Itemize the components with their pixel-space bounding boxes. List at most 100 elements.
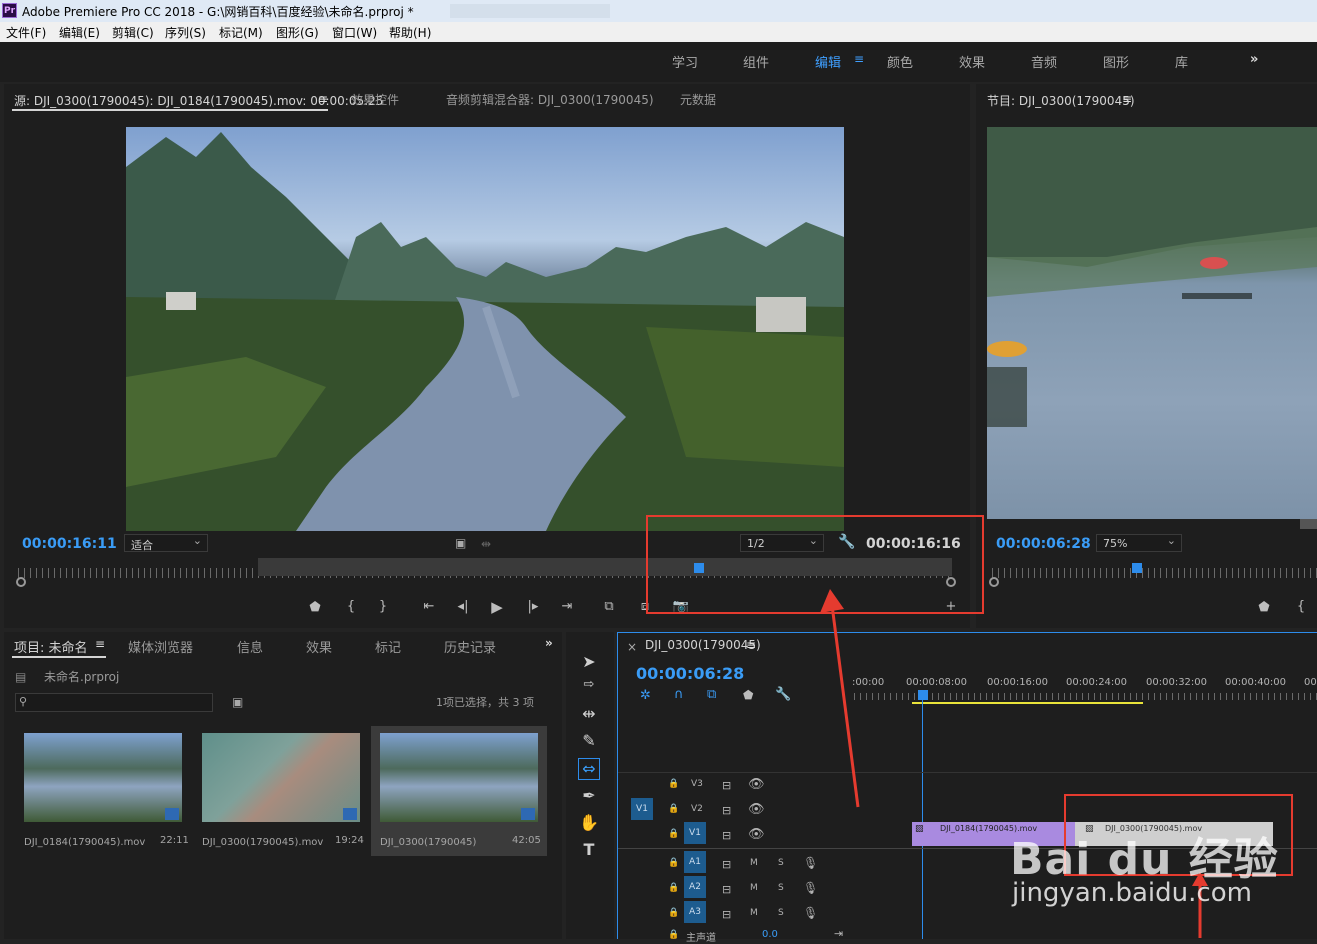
program-mark-in-icon[interactable]: {	[1292, 599, 1310, 614]
timeline-playhead-handle[interactable]	[918, 690, 928, 700]
tab-metadata[interactable]: 元数据	[680, 91, 716, 108]
project-overflow-icon[interactable]: »	[545, 636, 553, 650]
track-label-a3[interactable]: A3	[684, 901, 706, 923]
menu-sequence[interactable]: 序列(S)	[165, 24, 206, 41]
tab-history[interactable]: 历史记录	[444, 637, 496, 656]
sync-lock-icon[interactable]: ⊟	[722, 804, 731, 817]
timeline-menu-icon[interactable]: ≡	[746, 638, 756, 652]
tab-info[interactable]: 信息	[237, 637, 263, 656]
new-bin-from-search-icon[interactable]: ▣	[232, 695, 243, 709]
tab-effect-controls[interactable]: 效果控件	[351, 91, 399, 108]
type-tool-icon[interactable]: T	[578, 840, 600, 862]
track-label-v1[interactable]: V1	[684, 822, 706, 844]
sync-lock-icon[interactable]: ⊟	[722, 858, 731, 871]
track-label[interactable]: V3	[691, 779, 703, 789]
lock-icon[interactable]: 🔒	[668, 829, 679, 839]
project-thumb-3[interactable]	[380, 733, 538, 822]
razor-tool-icon[interactable]: ✎	[578, 731, 600, 753]
workspace-menu-icon[interactable]: ≡	[854, 52, 864, 66]
safe-margins-icon[interactable]: ▣	[455, 536, 466, 550]
microphone-icon[interactable]: 🎙	[803, 906, 818, 920]
menu-help[interactable]: 帮助(H)	[389, 24, 431, 41]
program-playhead[interactable]	[1132, 563, 1142, 573]
mark-out-icon[interactable]: }	[374, 599, 392, 614]
project-panel-menu-icon[interactable]: ≡	[95, 637, 105, 651]
solo-button[interactable]: S	[778, 883, 784, 893]
source-fit-dropdown[interactable]: 适合	[124, 534, 208, 552]
program-scrollbar[interactable]	[1300, 519, 1317, 529]
mark-in-icon[interactable]: {	[342, 599, 360, 614]
lock-icon[interactable]: 🔒	[668, 779, 679, 789]
work-area-bar[interactable]	[912, 702, 1143, 704]
linked-selection-icon[interactable]: ⧉	[707, 687, 716, 702]
insert-icon[interactable]: ⧉	[600, 599, 618, 614]
lock-icon[interactable]: 🔒	[668, 858, 679, 868]
timeline-timecode[interactable]: 00:00:06:28	[636, 664, 744, 683]
microphone-icon[interactable]: 🎙	[803, 856, 818, 870]
program-timecode[interactable]: 00:00:06:28	[996, 536, 1091, 552]
tab-effects[interactable]: 效果	[306, 637, 332, 656]
lock-icon[interactable]: 🔒	[668, 908, 679, 918]
add-marker-icon[interactable]: ⬟	[743, 688, 753, 702]
selection-tool-icon[interactable]: ➤	[578, 652, 600, 674]
sync-lock-icon[interactable]: ⊟	[722, 883, 731, 896]
workspace-effects[interactable]: 效果	[959, 52, 985, 71]
sync-lock-icon[interactable]: ⊟	[722, 779, 731, 792]
solo-button[interactable]: S	[778, 858, 784, 868]
mute-button[interactable]: M	[750, 908, 758, 918]
lock-icon[interactable]: 🔒	[668, 804, 679, 814]
eye-icon[interactable]: 👁	[748, 777, 765, 792]
slip-tool-icon[interactable]: ⇔	[578, 758, 600, 780]
solo-button[interactable]: S	[778, 908, 784, 918]
mute-button[interactable]: M	[750, 858, 758, 868]
menu-graphics[interactable]: 图形(G)	[276, 24, 319, 41]
workspace-assembly[interactable]: 组件	[743, 52, 769, 71]
nest-icon[interactable]: ✲	[640, 688, 651, 703]
sync-lock-icon[interactable]: ⊟	[722, 908, 731, 921]
workspace-editing[interactable]: 编辑	[815, 52, 841, 71]
source-panel-menu-icon[interactable]: ≡	[318, 92, 328, 106]
timeline-settings-icon[interactable]: 🔧	[775, 687, 791, 702]
add-marker-icon[interactable]: ⬟	[306, 600, 324, 615]
program-add-marker-icon[interactable]: ⬟	[1255, 600, 1273, 615]
eye-icon[interactable]: 👁	[748, 802, 765, 817]
menu-clip[interactable]: 剪辑(C)	[112, 24, 154, 41]
lock-icon[interactable]: 🔒	[668, 883, 679, 893]
microphone-icon[interactable]: 🎙	[803, 881, 818, 895]
tab-audio-clip-mixer[interactable]: 音频剪辑混合器: DJI_0300(1790045)	[446, 91, 654, 108]
track-label-a1[interactable]: A1	[684, 851, 706, 873]
menu-edit[interactable]: 编辑(E)	[59, 24, 100, 41]
source-timecode-current[interactable]: 00:00:16:11	[22, 536, 117, 552]
master-volume[interactable]: 0.0	[762, 929, 778, 940]
workspace-learn[interactable]: 学习	[672, 52, 698, 71]
program-zoom-dropdown[interactable]: 75%	[1096, 534, 1182, 552]
tab-media-browser[interactable]: 媒体浏览器	[128, 637, 193, 656]
source-patch-v1[interactable]: V1	[631, 798, 653, 820]
track-select-tool-icon[interactable]: ⇨	[578, 677, 600, 699]
program-time-ruler[interactable]	[992, 568, 1317, 578]
workspace-overflow-icon[interactable]: »	[1250, 52, 1258, 67]
go-to-end-icon[interactable]: ⇥	[834, 927, 843, 940]
tab-program[interactable]: 节目: DJI_0300(1790045)	[987, 92, 1135, 109]
project-thumb-2[interactable]	[202, 733, 360, 822]
workspace-libraries[interactable]: 库	[1175, 52, 1188, 71]
project-search-input[interactable]	[15, 693, 213, 712]
drag-video-icon[interactable]: ⇹	[481, 537, 491, 551]
source-zoom-handle-left[interactable]	[16, 577, 26, 587]
tab-markers[interactable]: 标记	[375, 637, 401, 656]
step-back-icon[interactable]: ◂|	[454, 599, 472, 614]
tab-timeline-sequence[interactable]: DJI_0300(1790045)	[645, 638, 761, 652]
program-zoom-handle[interactable]	[989, 577, 999, 587]
pen-tool-icon[interactable]: ✒	[578, 786, 600, 808]
menu-marker[interactable]: 标记(M)	[219, 24, 263, 41]
program-panel-menu-icon[interactable]: ≡	[1122, 92, 1132, 106]
workspace-color[interactable]: 颜色	[887, 52, 913, 71]
go-to-in-icon[interactable]: ⇤	[420, 599, 438, 614]
timeline-close-icon[interactable]: ×	[627, 640, 637, 654]
eye-icon[interactable]: 👁	[748, 827, 765, 842]
snap-icon[interactable]: ∩	[674, 687, 684, 702]
workspace-audio[interactable]: 音频	[1031, 52, 1057, 71]
sync-lock-icon[interactable]: ⊟	[722, 829, 731, 842]
play-icon[interactable]: ▶	[488, 598, 506, 616]
go-to-out-icon[interactable]: ⇥	[558, 599, 576, 614]
